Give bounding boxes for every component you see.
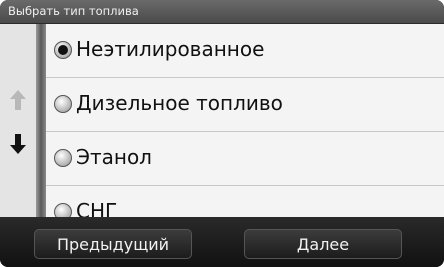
fuel-type-list: Неэтилированное Дизельное топливо Этанол… <box>46 24 444 217</box>
previous-button[interactable]: Предыдущий <box>34 229 192 259</box>
bottom-bar: Предыдущий Далее <box>0 217 444 267</box>
option-diesel[interactable]: Дизельное топливо <box>46 78 444 132</box>
scroll-gutter <box>0 24 36 217</box>
radio-icon[interactable] <box>54 149 72 167</box>
option-lpg[interactable]: СНГ <box>46 186 444 217</box>
option-label: Этанол <box>76 145 152 169</box>
fuel-type-screen: Выбрать тип топлива Неэтилированное Дизе… <box>0 0 444 267</box>
arrow-down-icon[interactable] <box>9 132 27 156</box>
option-label: Дизельное топливо <box>76 91 283 115</box>
next-button[interactable]: Далее <box>244 229 402 259</box>
arrow-up-icon[interactable] <box>9 88 27 112</box>
radio-icon[interactable] <box>54 95 72 113</box>
page-title: Выбрать тип топлива <box>8 4 139 18</box>
option-label: Неэтилированное <box>76 37 265 61</box>
option-ethanol[interactable]: Этанол <box>46 132 444 186</box>
option-label: СНГ <box>76 199 118 217</box>
option-unleaded[interactable]: Неэтилированное <box>46 24 444 78</box>
radio-icon[interactable] <box>54 203 72 217</box>
list-divider <box>36 24 46 217</box>
radio-selected-icon[interactable] <box>54 41 72 59</box>
title-bar: Выбрать тип топлива <box>0 0 444 24</box>
